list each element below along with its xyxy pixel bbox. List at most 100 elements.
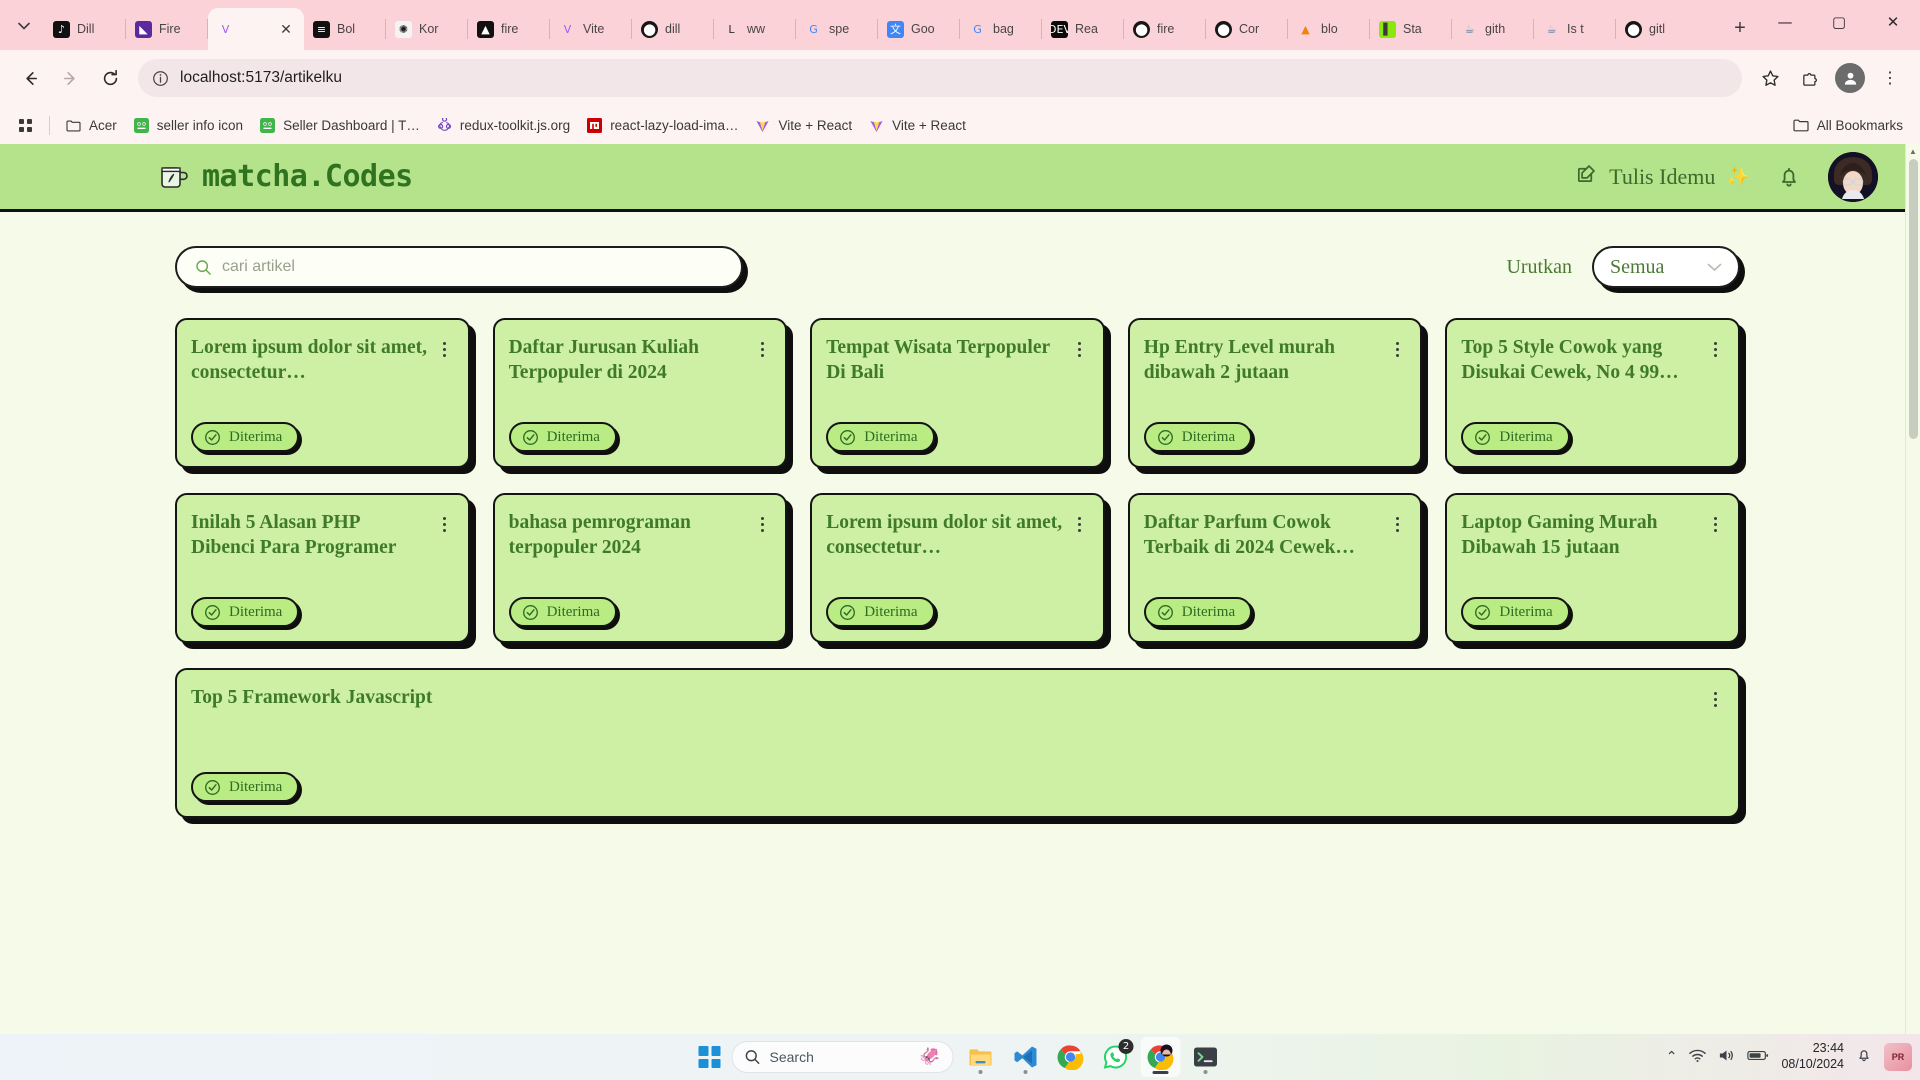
article-menu-button[interactable] — [1071, 511, 1089, 532]
article-card[interactable]: bahasa pemrograman terpopuler 2024 Diteri… — [492, 493, 788, 643]
minimize-button[interactable]: — — [1758, 0, 1812, 44]
article-menu-button[interactable] — [436, 511, 454, 532]
browser-tab[interactable]: 文 Goo — [878, 8, 960, 50]
article-card[interactable]: Daftar Parfum Cowok Terbaik di 2024 Cewe… — [1127, 493, 1423, 643]
file-explorer-icon[interactable] — [961, 1037, 1001, 1077]
article-menu-button[interactable] — [1071, 336, 1089, 357]
user-avatar[interactable] — [1828, 151, 1878, 202]
bookmark-item[interactable]: redux-toolkit.js.org — [429, 113, 577, 138]
tab-search-button[interactable] — [4, 6, 44, 46]
article-card[interactable]: Laptop Gaming Murah Dibawah 15 jutaan Dit… — [1445, 493, 1740, 643]
wifi-icon[interactable] — [1689, 1048, 1707, 1067]
vscode-icon[interactable] — [1006, 1037, 1046, 1077]
brand-logo-group[interactable]: matcha.Codes — [160, 159, 413, 194]
close-window-button[interactable]: ✕ — [1866, 0, 1920, 44]
profile-button[interactable] — [1835, 63, 1865, 93]
article-menu-button[interactable] — [753, 511, 771, 532]
all-bookmarks-button[interactable]: All Bookmarks — [1786, 113, 1910, 138]
article-menu-button[interactable] — [753, 336, 771, 357]
address-bar[interactable]: localhost:5173/artikelku — [138, 59, 1742, 97]
write-idea-button[interactable]: Tulis Idemu ✨ — [1575, 162, 1750, 191]
article-menu-button[interactable] — [1706, 336, 1724, 357]
article-card[interactable]: Top 5 Framework Javascript Diterima — [175, 668, 1740, 818]
bookmark-item[interactable]: react-lazy-load-ima… — [579, 113, 745, 138]
sort-controls: Urutkan Semua — [1506, 246, 1740, 288]
scroll-thumb[interactable] — [1909, 159, 1918, 439]
tray-overflow-button[interactable]: ⌃ — [1666, 1049, 1678, 1065]
article-card-header: bahasa pemrograman terpopuler 2024 — [509, 511, 772, 561]
browser-tab[interactable]: ≡ Bol — [304, 8, 386, 50]
bookmark-item[interactable]: seller info icon — [126, 113, 250, 138]
extensions-button[interactable] — [1792, 60, 1828, 96]
tray-app-badge[interactable]: PR — [1884, 1043, 1912, 1071]
browser-tab[interactable]: ◣ Fire — [126, 8, 208, 50]
browser-tab[interactable]: Gspe — [796, 8, 878, 50]
bookmark-item[interactable]: Vite + React — [861, 113, 973, 138]
reload-button[interactable] — [92, 60, 128, 96]
browser-tab[interactable]: DEV Rea — [1042, 8, 1124, 50]
bookmark-item[interactable]: Vite + React — [747, 113, 859, 138]
notifications-button[interactable] — [1776, 164, 1802, 190]
browser-tab[interactable]: ● Cor — [1206, 8, 1288, 50]
apps-shortcut[interactable] — [10, 113, 41, 138]
battery-icon[interactable] — [1747, 1049, 1769, 1066]
article-menu-button[interactable] — [1388, 511, 1406, 532]
chrome-active-icon[interactable] — [1140, 1037, 1181, 1077]
article-card[interactable]: Daftar Jurusan Kuliah Terpopuler di 2024… — [492, 318, 788, 468]
notification-center-button[interactable] — [1856, 1047, 1872, 1067]
new-tab-button[interactable]: + — [1722, 10, 1758, 46]
browser-tab[interactable]: V Vite — [550, 8, 632, 50]
article-menu-button[interactable] — [1706, 686, 1724, 707]
browser-tab[interactable]: ▲ fire — [468, 8, 550, 50]
browser-tab[interactable]: ● gitl — [1616, 8, 1698, 50]
tab-strip: ♪ Dill ◣ Fire V ✕ ≡ Bol ✺ Kor ▲ fire V Vite ● dill Lww Gs… — [0, 0, 1920, 50]
browser-tab[interactable]: Gbag — [960, 8, 1042, 50]
browser-tab[interactable]: V ✕ — [208, 8, 304, 50]
whatsapp-icon[interactable]: 2 — [1096, 1037, 1136, 1077]
article-card[interactable]: Lorem ipsum dolor sit amet, consectetur…… — [810, 493, 1105, 643]
browser-tab[interactable]: ☕ Is t — [1534, 8, 1616, 50]
reload-icon — [103, 69, 117, 85]
forward-button[interactable] — [52, 60, 88, 96]
sort-select[interactable]: Semua — [1592, 246, 1740, 288]
browser-tab[interactable]: ☕ gith — [1452, 8, 1534, 50]
scroll-up-arrow[interactable]: ▲ — [1906, 144, 1920, 159]
browser-tab[interactable]: ● dill — [632, 8, 714, 50]
article-menu-button[interactable] — [1706, 511, 1724, 532]
bookmark-label: redux-toolkit.js.org — [459, 117, 571, 133]
star-icon — [1761, 69, 1779, 86]
browser-tab[interactable]: ▌ Sta — [1370, 8, 1452, 50]
bookmark-item[interactable]: Acer — [58, 113, 124, 138]
taskbar-clock[interactable]: 23:44 08/10/2024 — [1781, 1041, 1844, 1072]
browser-menu-button[interactable]: ⋮ — [1872, 60, 1908, 96]
article-card[interactable]: Lorem ipsum dolor sit amet, consectetur…… — [175, 318, 470, 468]
start-button[interactable] — [695, 1042, 725, 1072]
status-label: Diterima — [1181, 603, 1236, 620]
site-info-icon[interactable] — [152, 70, 169, 87]
bookmark-star-button[interactable] — [1752, 60, 1788, 96]
close-tab-button[interactable]: ✕ — [277, 20, 295, 38]
browser-tab[interactable]: ♪ Dill — [44, 8, 126, 50]
github-icon: ● — [1625, 20, 1642, 38]
page-scrollbar[interactable]: ▲ — [1905, 144, 1920, 1034]
article-menu-button[interactable] — [1388, 336, 1406, 357]
terminal-icon[interactable] — [1186, 1037, 1226, 1077]
search-input[interactable]: cari artikel — [175, 246, 743, 288]
browser-tab[interactable]: ● fire — [1124, 8, 1206, 50]
article-card[interactable]: Hp Entry Level murah dibawah 2 jutaan Dit… — [1127, 318, 1423, 468]
article-card[interactable]: Top 5 Style Cowok yang Disukai Cewek, No… — [1445, 318, 1740, 468]
maximize-button[interactable]: ▢ — [1812, 0, 1866, 44]
chrome-icon[interactable] — [1051, 1037, 1091, 1077]
article-menu-button[interactable] — [436, 336, 454, 357]
volume-icon[interactable] — [1718, 1048, 1735, 1067]
taskbar-search[interactable]: Search 🦑 — [731, 1041, 954, 1073]
kebab-dot — [443, 354, 447, 357]
article-card[interactable]: Inilah 5 Alasan PHP Dibenci Para Program… — [175, 493, 470, 643]
browser-tab[interactable]: ✺ Kor — [386, 8, 468, 50]
browser-tab[interactable]: ▲ blo — [1288, 8, 1370, 50]
article-card[interactable]: Tempat Wisata Terpopuler Di Bali Diterima — [810, 318, 1105, 468]
back-button[interactable] — [12, 60, 48, 96]
browser-tab[interactable]: Lww — [714, 8, 796, 50]
bookmark-item[interactable]: Seller Dashboard | T… — [252, 113, 427, 138]
devto-icon: DEV — [1051, 20, 1068, 38]
